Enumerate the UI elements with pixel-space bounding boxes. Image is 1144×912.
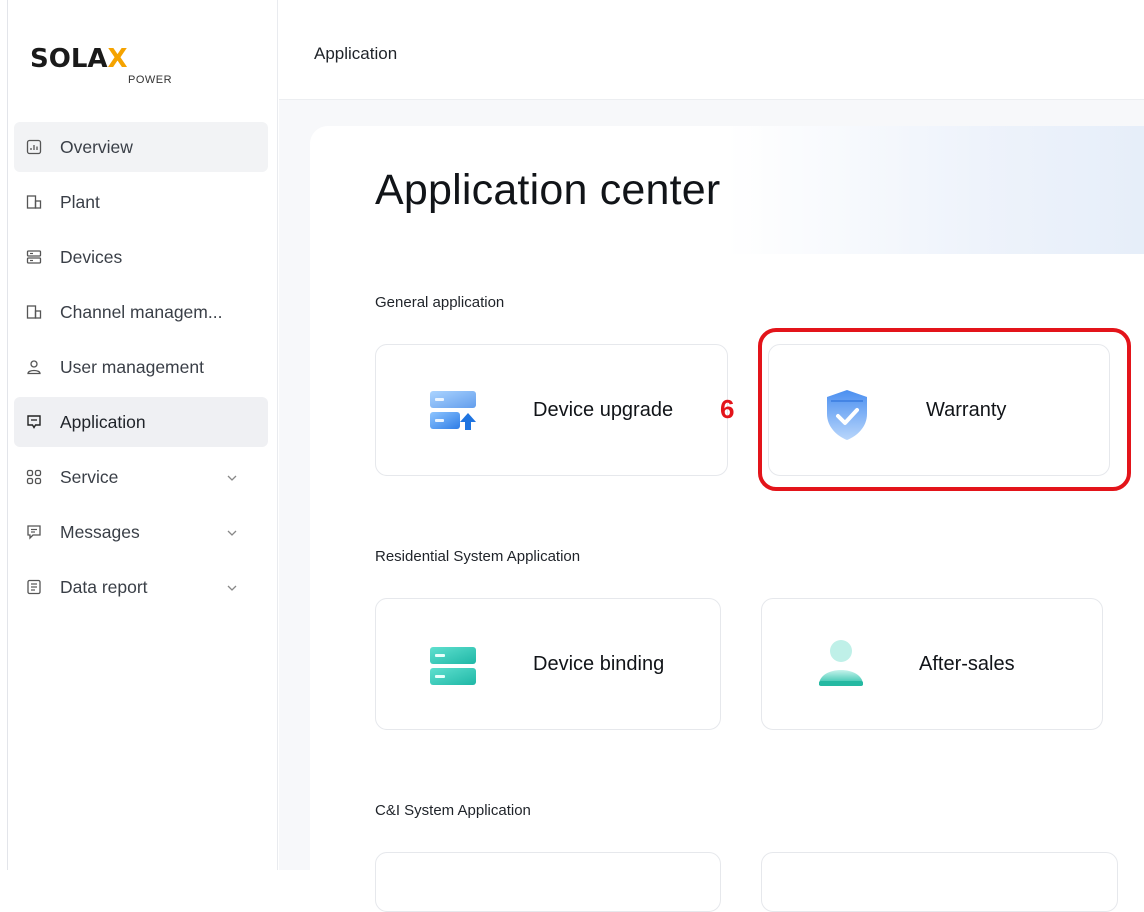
device-binding-card[interactable]: Device binding <box>375 598 721 730</box>
section-title-ci: C&I System Application <box>375 802 531 819</box>
building-icon <box>26 194 42 210</box>
device-upgrade-icon <box>428 389 478 438</box>
page-title: Application center <box>375 166 721 214</box>
ci-card-2[interactable] <box>761 852 1118 912</box>
sidebar-item-messages[interactable]: Messages <box>14 507 268 557</box>
sidebar-menu: Overview Plant Devices Channel managem..… <box>14 122 268 617</box>
sidebar: SOLAX POWER Overview Plant Devices Chann… <box>8 0 278 870</box>
sidebar-item-label: User management <box>60 356 204 377</box>
card-label: After-sales <box>919 653 1015 675</box>
sidebar-item-user-management[interactable]: User management <box>14 342 268 392</box>
message-icon <box>26 524 42 540</box>
highlight-box <box>758 328 1131 491</box>
sidebar-item-service[interactable]: Service <box>14 452 268 502</box>
sidebar-item-data-report[interactable]: Data report <box>14 562 268 612</box>
sidebar-item-label: Channel managem... <box>60 301 223 322</box>
chevron-down-icon <box>226 581 238 593</box>
server-icon <box>26 249 42 265</box>
user-icon <box>26 359 42 375</box>
chevron-down-icon <box>226 471 238 483</box>
annotation-number: 6 <box>720 394 735 424</box>
sidebar-item-plant[interactable]: Plant <box>14 177 268 227</box>
sidebar-item-label: Devices <box>60 246 123 267</box>
solax-logo: SOLAX POWER <box>30 44 173 94</box>
card-label: Device upgrade <box>533 399 674 421</box>
sidebar-item-application[interactable]: Application <box>14 397 268 447</box>
chevron-down-icon <box>226 526 238 538</box>
chart-box-icon <box>26 139 42 155</box>
device-binding-icon <box>428 643 478 694</box>
section-title-general: General application <box>375 294 505 311</box>
sidebar-item-label: Service <box>60 466 119 487</box>
sidebar-item-channel-management[interactable]: Channel managem... <box>14 287 268 337</box>
after-sales-card[interactable]: After-sales <box>761 598 1103 730</box>
logo-wordmark: SOLAX <box>30 44 128 74</box>
sidebar-item-label: Overview <box>60 136 133 157</box>
top-bar: Application <box>279 0 1144 100</box>
after-sales-icon <box>816 637 866 694</box>
sidebar-item-label: Messages <box>60 521 140 542</box>
ci-card-1[interactable] <box>375 852 721 912</box>
grid-icon <box>26 469 42 485</box>
breadcrumb: Application <box>314 44 398 63</box>
sidebar-item-devices[interactable]: Devices <box>14 232 268 282</box>
report-icon <box>26 579 42 595</box>
building-icon <box>26 304 42 320</box>
sidebar-item-label: Application <box>60 411 146 432</box>
sidebar-item-overview[interactable]: Overview <box>14 122 268 172</box>
sidebar-item-label: Plant <box>60 191 100 212</box>
card-label: Device binding <box>533 653 665 675</box>
device-upgrade-card[interactable]: Device upgrade <box>375 344 728 476</box>
sidebar-item-label: Data report <box>60 576 148 597</box>
section-title-residential: Residential System Application <box>375 548 581 565</box>
logo-subtitle: POWER <box>128 74 173 86</box>
application-icon <box>26 414 42 430</box>
